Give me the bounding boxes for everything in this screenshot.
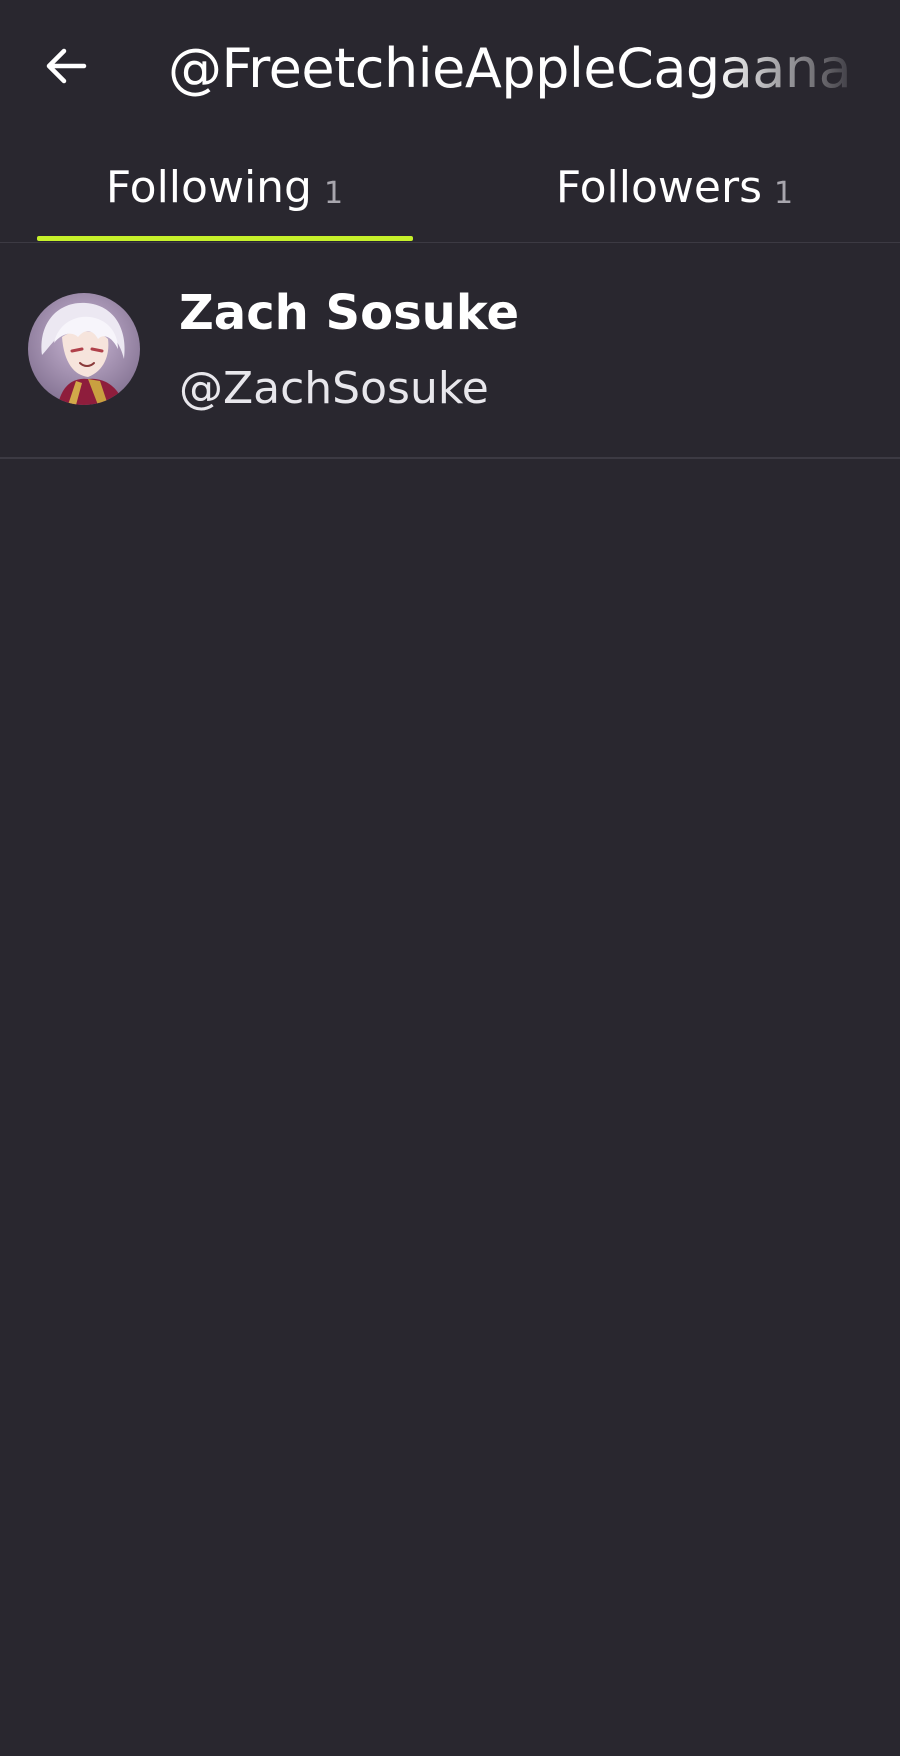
active-tab-indicator [37, 236, 413, 241]
avatar-image [28, 293, 140, 405]
page-title: @FreetchieAppleCagaana [168, 37, 852, 100]
back-button[interactable] [28, 28, 104, 104]
top-bar: @FreetchieAppleCagaana [0, 0, 900, 132]
avatar[interactable] [28, 293, 140, 405]
page-title-container: @FreetchieAppleCagaana [168, 24, 868, 114]
user-display-name: Zach Sosuke [179, 285, 520, 341]
tab-following-count: 1 [323, 175, 344, 211]
tab-followers-count: 1 [774, 175, 794, 211]
list-item[interactable]: Zach Sosuke @ZachSosuke [0, 243, 900, 459]
tab-followers[interactable]: Followers 1 [487, 132, 862, 242]
empty-content-area [0, 459, 900, 1756]
tab-followers-label: Followers [555, 161, 762, 213]
user-handle: @ZachSosuke [179, 363, 489, 414]
arrow-left-icon [46, 48, 87, 84]
tab-following-label: Following [105, 161, 312, 213]
tab-bar: Following 1 Followers 1 [0, 132, 900, 243]
tab-following[interactable]: Following 1 [37, 132, 412, 242]
